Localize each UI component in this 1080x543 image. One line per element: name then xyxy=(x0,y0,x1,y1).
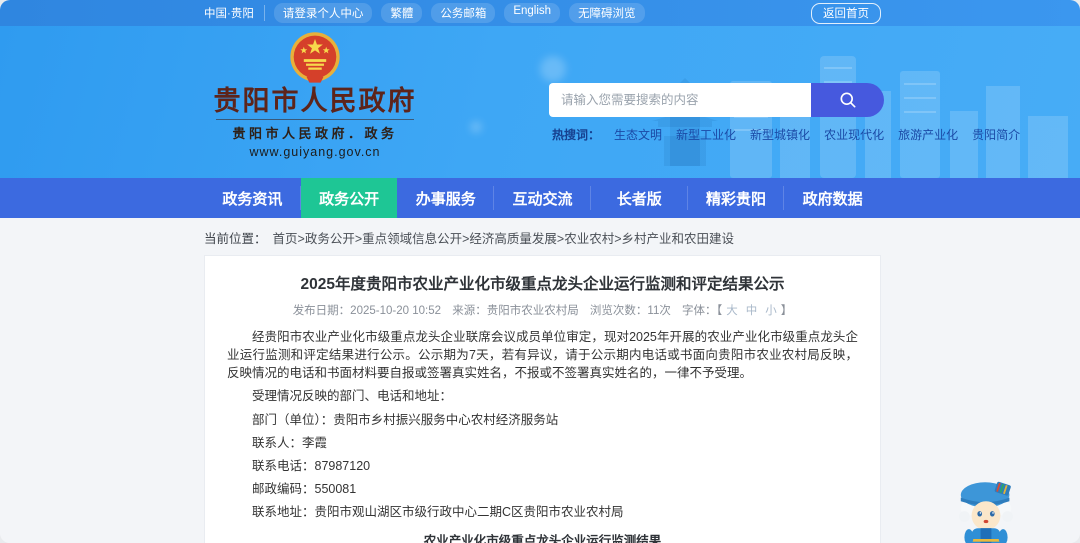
site-logo-block[interactable]: 贵阳市人民政府 贵阳市人民政府．政务 www.guiyang.gov.cn xyxy=(210,31,420,159)
topbar-link-4[interactable]: 无障碍浏览 xyxy=(569,3,645,23)
site-region-label[interactable]: 中国·贵阳 xyxy=(204,5,265,21)
article-paragraph-4: 联系电话：87987120 xyxy=(252,458,371,473)
article-paragraph-2: 部门（单位）：贵阳市乡村振兴服务中心农村经济服务站 xyxy=(252,412,559,427)
nav-tab-政府数据[interactable]: 政府数据 xyxy=(784,178,881,218)
font-size-controls: 大中小 xyxy=(722,305,781,317)
article-card: 2025年度贵阳市农业产业化市级重点龙头企业运行监测和评定结果公示 发布日期：2… xyxy=(204,255,881,543)
search-bar xyxy=(549,83,884,117)
article-paragraph-0: 经贵阳市农业产业化市级重点龙头企业联席会议成员单位审定，现对2025年开展的农业… xyxy=(227,330,858,381)
national-emblem-icon xyxy=(290,32,340,83)
hot-search-label: 热搜词： xyxy=(552,128,601,142)
article-meta: 发布日期：2025-10-20 10:52 来源：贵阳市农业农村局 浏览次数：1… xyxy=(227,302,858,318)
topbar-link-2[interactable]: 公务邮箱 xyxy=(431,3,496,23)
top-utility-bar: 中国·贵阳 请登录个人中心 繁體 公务邮箱 English 无障碍浏览 返回首页 xyxy=(0,0,1080,26)
main-navigation: 政务资讯 政务公开 办事服务 互动交流 长者版 精彩贵阳 政府数据 xyxy=(0,178,1080,218)
nav-tab-办事服务[interactable]: 办事服务 xyxy=(397,178,494,218)
topbar-link-3[interactable]: English xyxy=(504,3,561,23)
hot-search-word-4[interactable]: 旅游产业化 xyxy=(898,126,958,143)
breadcrumb-label: 当前位置： xyxy=(204,232,267,246)
nav-tab-长者版[interactable]: 长者版 xyxy=(591,178,688,218)
site-url: www.guiyang.gov.cn xyxy=(249,145,381,160)
hot-search-word-5[interactable]: 贵阳简介 xyxy=(972,126,1020,143)
topbar-link-1[interactable]: 繁體 xyxy=(381,3,423,23)
article-source: 来源：贵阳市农业农村局 xyxy=(452,305,579,317)
site-banner: 贵阳市人民政府 贵阳市人民政府．政务 www.guiyang.gov.cn 热搜… xyxy=(0,26,1080,178)
content-area: 2025年度贵阳市农业产业化市级重点龙头企业运行监测和评定结果公示 发布日期：2… xyxy=(0,255,1080,543)
publish-date: 发布日期：2025-10-20 10:52 xyxy=(292,305,441,317)
article-paragraph-1: 受理情况反映的部门、电话和地址： xyxy=(252,389,453,404)
view-count: 浏览次数：11次 xyxy=(589,305,671,317)
breadcrumb[interactable]: 首页>政务公开>重点领域信息公开>经济高质量发展>农业农村>乡村产业和农田建设 xyxy=(273,228,735,247)
back-home-button[interactable]: 返回首页 xyxy=(811,2,881,24)
nav-tab-政务公开[interactable]: 政务公开 xyxy=(300,178,398,218)
topbar-links: 请登录个人中心 繁體 公务邮箱 English 无障碍浏览 xyxy=(273,3,645,23)
results-table-title: 农业产业化市级重点龙头企业运行监测结果 xyxy=(423,534,662,543)
hot-search-word-0[interactable]: 生态文明 xyxy=(614,126,662,143)
font-size-option-小[interactable]: 小 xyxy=(765,305,777,317)
font-size-label-close: 】 xyxy=(780,305,793,317)
nav-tab-精彩贵阳[interactable]: 精彩贵阳 xyxy=(688,178,785,218)
article-paragraph-6: 联系地址：贵阳市观山湖区市级行政中心二期C区贵阳市农业农村局 xyxy=(252,505,624,519)
hot-search-row: 热搜词： 生态文明 新型工业化 新型城镇化 农业现代化 旅游产业化 贵阳简介 xyxy=(552,126,1020,143)
page-title: 2025年度贵阳市农业产业化市级重点龙头企业运行监测和评定结果公示 xyxy=(300,276,785,293)
article-body: 经贵阳市农业产业化市级重点龙头企业联席会议成员单位审定，现对2025年开展的农业… xyxy=(227,328,858,521)
breadcrumb-row: 当前位置： 首页>政务公开>重点领域信息公开>经济高质量发展>农业农村>乡村产业… xyxy=(0,218,1080,255)
logo-divider xyxy=(216,119,414,121)
site-subtitle: 贵阳市人民政府．政务 xyxy=(232,126,398,142)
article-paragraph-3: 联系人：李霞 xyxy=(252,435,328,450)
hot-search-words: 生态文明 新型工业化 新型城镇化 农业现代化 旅游产业化 贵阳简介 xyxy=(614,126,1020,143)
site-title: 贵阳市人民政府 xyxy=(213,86,417,116)
nav-tab-政务资讯[interactable]: 政务资讯 xyxy=(204,178,301,218)
font-size-option-中[interactable]: 中 xyxy=(746,305,758,317)
article-paragraph-5: 邮政编码：550081 xyxy=(252,481,357,496)
hot-search-word-3[interactable]: 农业现代化 xyxy=(824,126,884,143)
browser-page: 中国·贵阳 请登录个人中心繁體公务邮箱 English 无障碍浏览 返回首页 xyxy=(0,0,1080,543)
search-icon xyxy=(840,92,855,108)
topbar-link-0[interactable]: 请登录个人中心 xyxy=(273,3,373,23)
search-button[interactable] xyxy=(811,83,884,117)
nav-tab-互动交流[interactable]: 互动交流 xyxy=(494,178,591,218)
hot-search-word-2[interactable]: 新型城镇化 xyxy=(750,126,810,143)
mascot-character[interactable] xyxy=(950,475,1022,543)
font-size-label: 字体：【 xyxy=(682,305,723,317)
font-size-option-大[interactable]: 大 xyxy=(726,305,738,317)
hot-search-word-1[interactable]: 新型工业化 xyxy=(676,126,736,143)
search-input[interactable] xyxy=(549,83,811,117)
